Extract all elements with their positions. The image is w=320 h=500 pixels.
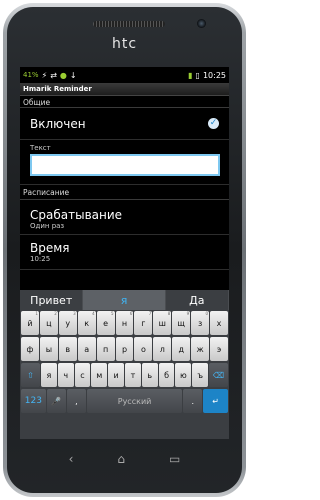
section-header-general: Общие [20, 96, 229, 108]
key[interactable]: ь [141, 363, 158, 387]
screen: 41% ⚡ ⇄ ● ↓ ▮ ▯ 10:25 Hmarik Reminder Об… [20, 67, 229, 439]
key[interactable]: 7г [134, 311, 153, 335]
clock: 10:25 [202, 70, 226, 80]
key[interactable]: 9щ [172, 311, 191, 335]
numbers-key[interactable]: 123 [21, 389, 46, 413]
key[interactable]: 5е [96, 311, 115, 335]
key[interactable]: ф [21, 337, 39, 361]
pref-time-title: Время [30, 241, 70, 255]
pref-text-label: Текст [30, 144, 51, 152]
earpiece-speaker [93, 21, 165, 27]
key[interactable]: о [134, 337, 153, 361]
status-bar: 41% ⚡ ⇄ ● ↓ ▮ ▯ 10:25 [20, 67, 229, 83]
front-camera [197, 19, 206, 28]
battery-icon: ▯ [195, 70, 200, 80]
enter-icon[interactable]: ↵ [203, 389, 229, 413]
key[interactable]: 0з [191, 311, 210, 335]
key[interactable]: 3у [58, 311, 77, 335]
sync-icon: ⇄ [50, 70, 57, 80]
usb-icon: ⚡ [41, 70, 48, 80]
download-icon: ↓ [69, 70, 77, 80]
comma-key[interactable]: , [66, 389, 86, 413]
battery-percent: 41% [23, 71, 39, 79]
period-key[interactable]: . [183, 389, 203, 413]
key[interactable]: м [91, 363, 108, 387]
pref-trigger-title: Срабатывание [30, 208, 123, 222]
key[interactable]: ю [175, 363, 192, 387]
pref-text: Текст [20, 140, 229, 185]
key[interactable]: 6н [115, 311, 134, 335]
keyboard-row-3: ⇧ я ч с м и т ь б ю ъ ⌫ [21, 363, 229, 387]
key[interactable]: ж [191, 337, 210, 361]
prediction-center[interactable]: я [83, 290, 165, 310]
key[interactable]: 4к [77, 311, 96, 335]
pref-trigger-summary: Один раз [30, 222, 65, 230]
section-header-schedule: Расписание [20, 185, 229, 200]
back-icon[interactable]: ‹ [69, 452, 74, 466]
space-bar[interactable]: Русский [86, 389, 183, 413]
app-title: Hmarik Reminder [20, 83, 229, 96]
brand-logo: htc [111, 36, 138, 52]
prediction-right[interactable]: Да [165, 290, 228, 310]
key[interactable]: ч [57, 363, 74, 387]
key[interactable]: в [58, 337, 77, 361]
navigation-bar: ‹ ⌂ ▭ [0, 452, 249, 466]
key[interactable]: 1й [21, 311, 39, 335]
key[interactable]: л [153, 337, 172, 361]
key[interactable]: б [158, 363, 175, 387]
backspace-icon[interactable]: ⌫ [209, 363, 229, 387]
key[interactable]: э [210, 337, 228, 361]
key[interactable]: х [210, 311, 228, 335]
key[interactable]: а [77, 337, 96, 361]
pref-enabled-title: Включен [30, 117, 86, 131]
microphone-icon[interactable]: 🎤 [46, 389, 66, 413]
key[interactable]: с [74, 363, 91, 387]
key[interactable]: д [172, 337, 191, 361]
pref-trigger[interactable]: Срабатывание Один раз [20, 200, 229, 235]
pref-time[interactable]: Время 10:25 [20, 235, 229, 270]
recent-apps-icon[interactable]: ▭ [169, 452, 180, 466]
android-icon: ● [59, 70, 67, 80]
pref-enabled[interactable]: Включен ✓ [20, 108, 229, 140]
keyboard-row-1: 1й 2ц 3у 4к 5е 6н 7г 8ш 9щ 0з х [21, 311, 228, 335]
key[interactable]: и [108, 363, 125, 387]
key[interactable]: ы [39, 337, 58, 361]
checkbox-checked-icon[interactable]: ✓ [208, 118, 219, 129]
key[interactable]: я [40, 363, 57, 387]
key[interactable]: 2ц [39, 311, 58, 335]
keyboard-row-2: ф ы в а п р о л д ж э [21, 337, 228, 361]
keyboard-row-4: 123 🎤 , Русский . ↵ [21, 389, 229, 413]
key[interactable]: т [125, 363, 141, 387]
key[interactable]: п [96, 337, 115, 361]
key[interactable]: ъ [192, 363, 209, 387]
text-input[interactable] [30, 154, 220, 176]
pref-time-summary: 10:25 [30, 255, 51, 263]
shift-icon[interactable]: ⇧ [21, 363, 40, 387]
key[interactable]: р [115, 337, 134, 361]
signal-icon: ▮ [188, 70, 193, 80]
prediction-left[interactable]: Привет [20, 290, 83, 310]
prediction-bar: Привет я Да [20, 290, 229, 310]
key[interactable]: 8ш [153, 311, 172, 335]
home-icon[interactable]: ⌂ [117, 452, 125, 466]
keyboard: 1й 2ц 3у 4к 5е 6н 7г 8ш 9щ 0з х ф ы в а … [20, 310, 229, 439]
